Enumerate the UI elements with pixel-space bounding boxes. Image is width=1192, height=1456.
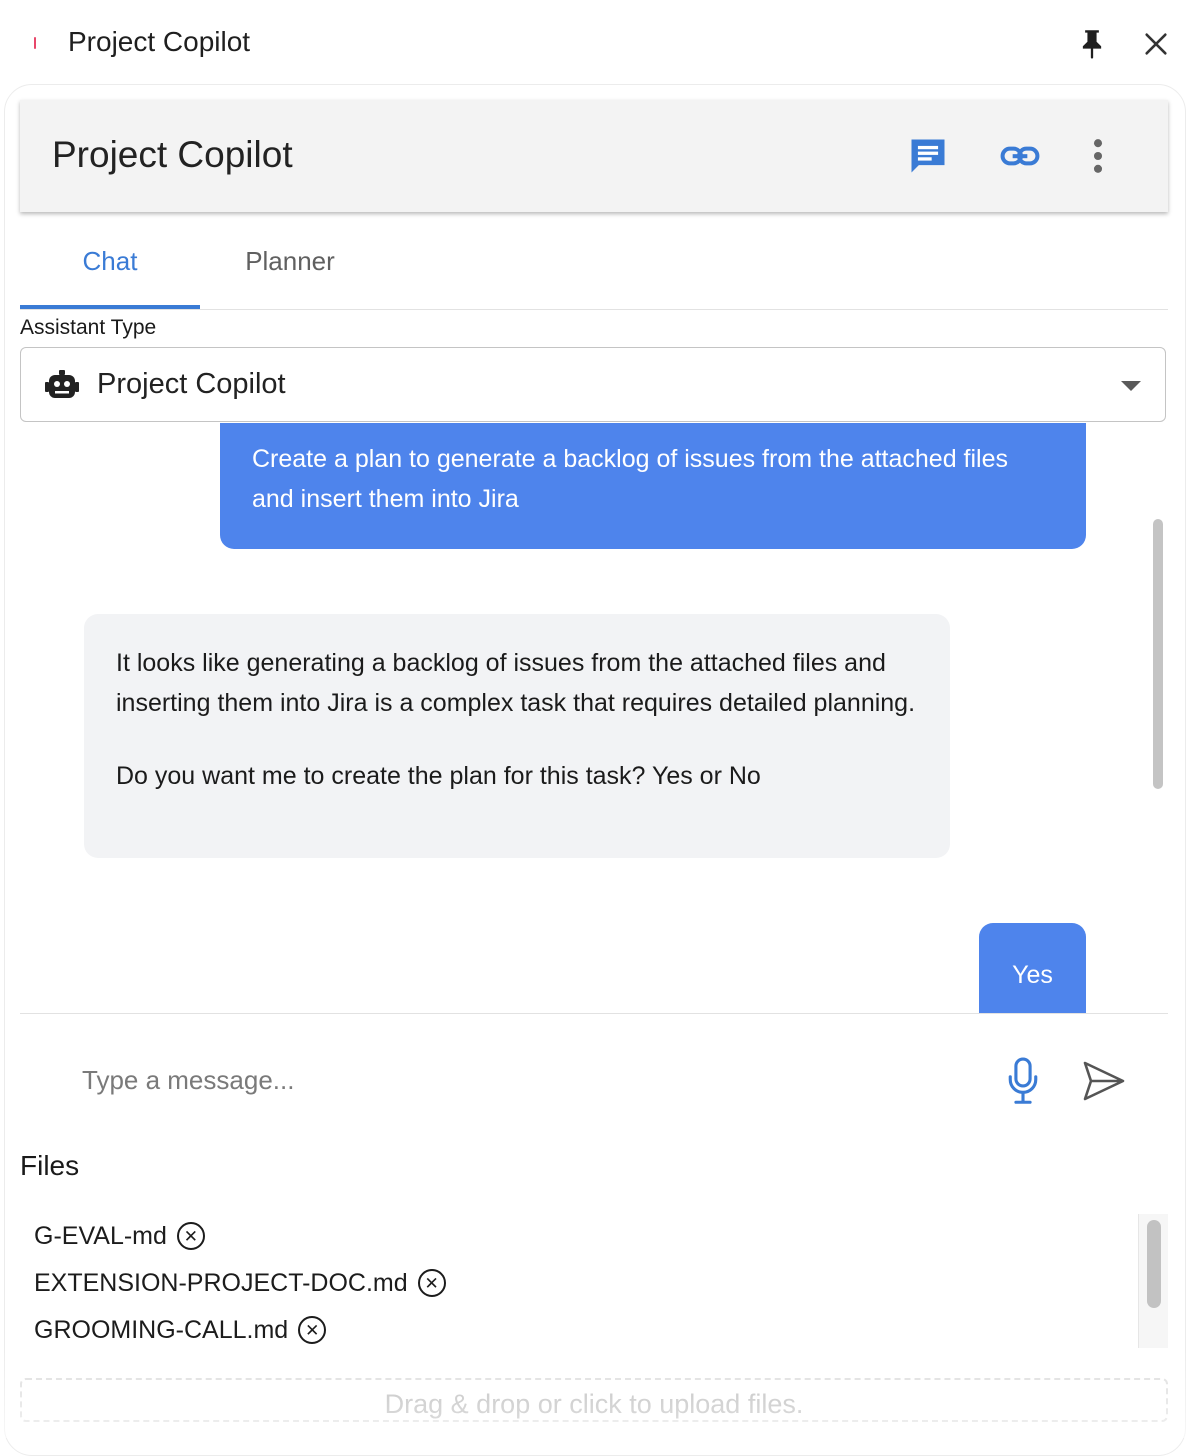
microphone-icon[interactable] (1006, 1056, 1040, 1106)
app-header: Project Copilot (20, 100, 1168, 212)
tab-planner-label: Planner (245, 246, 335, 276)
tab-chat[interactable]: Chat (20, 212, 200, 309)
file-name: GROOMING-CALL.md (34, 1315, 289, 1344)
remove-file-icon[interactable]: ✕ (417, 1269, 446, 1297)
files-scrollbar[interactable] (1138, 1214, 1168, 1348)
active-tab-indicator (20, 305, 200, 309)
app-mark-icon (34, 37, 36, 49)
assistant-type-select[interactable]: Project Copilot (20, 347, 1166, 422)
file-item: EXTENSION-PROJECT-DOC.md ✕ (34, 1263, 446, 1303)
message-composer (20, 1013, 1168, 1144)
chat-scrollbar[interactable] (1153, 519, 1163, 789)
file-list: G-EVAL-md ✕ EXTENSION-PROJECT-DOC.md ✕ G… (20, 1214, 1168, 1348)
file-dropzone[interactable]: Drag & drop or click to upload files. (20, 1378, 1168, 1422)
user-message: Create a plan to generate a backlog of i… (220, 423, 1086, 549)
assistant-type-label: Assistant Type (20, 316, 157, 339)
files-scrollbar-thumb[interactable] (1147, 1220, 1161, 1308)
assistant-type-value: Project Copilot (97, 368, 286, 400)
window-title-bar: Project Copilot (0, 0, 1192, 84)
user-message: Yes (979, 923, 1086, 1013)
tab-bar: Chat Planner (20, 212, 1168, 310)
robot-icon (45, 370, 79, 398)
file-name: EXTENSION-PROJECT-DOC.md (34, 1268, 408, 1297)
assistant-message-text: It looks like generating a backlog of is… (116, 649, 916, 717)
app-title: Project Copilot (52, 134, 293, 175)
file-item: GROOMING-CALL.md ✕ (34, 1310, 327, 1348)
pin-icon[interactable] (1078, 28, 1106, 60)
file-name: G-EVAL-md (34, 1221, 167, 1250)
more-vertical-icon[interactable] (1076, 134, 1120, 178)
send-icon[interactable] (1082, 1060, 1126, 1102)
chat-icon[interactable] (906, 134, 950, 178)
file-item: G-EVAL-md ✕ (34, 1216, 205, 1256)
chat-messages[interactable]: Create a plan to generate a backlog of i… (20, 423, 1168, 1013)
chevron-down-icon (1121, 381, 1141, 391)
files-heading: Files (20, 1150, 80, 1181)
remove-file-icon[interactable]: ✕ (298, 1316, 327, 1344)
tab-planner[interactable]: Planner (200, 212, 380, 308)
close-icon[interactable] (1142, 30, 1170, 58)
window-title: Project Copilot (68, 26, 251, 57)
link-icon[interactable] (998, 134, 1042, 178)
remove-file-icon[interactable]: ✕ (176, 1222, 205, 1250)
tab-chat-label: Chat (82, 246, 138, 276)
assistant-message: It looks like generating a backlog of is… (84, 614, 950, 858)
message-input[interactable] (82, 1060, 782, 1100)
assistant-message-question: Do you want me to create the plan for th… (116, 762, 761, 790)
